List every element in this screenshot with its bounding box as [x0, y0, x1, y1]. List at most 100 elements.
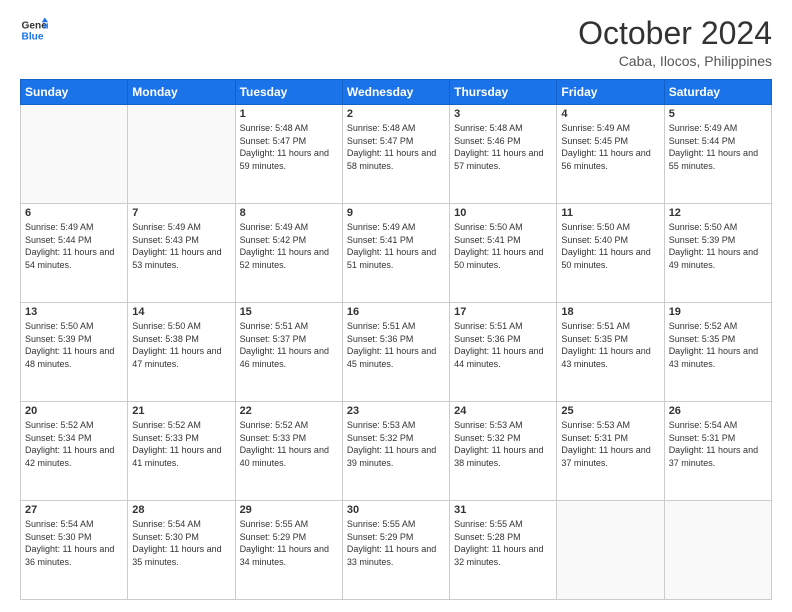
- day-number: 22: [240, 405, 338, 417]
- header-wednesday: Wednesday: [342, 80, 449, 105]
- table-row: 26Sunrise: 5:54 AM Sunset: 5:31 PM Dayli…: [664, 402, 771, 501]
- day-number: 4: [561, 108, 659, 120]
- day-number: 21: [132, 405, 230, 417]
- day-number: 29: [240, 504, 338, 516]
- day-info: Sunrise: 5:51 AM Sunset: 5:37 PM Dayligh…: [240, 320, 338, 370]
- day-number: 18: [561, 306, 659, 318]
- day-info: Sunrise: 5:49 AM Sunset: 5:44 PM Dayligh…: [669, 122, 767, 172]
- table-row: 17 Sunrise: 5:51 AM Sunset: 5:36 PM Dayli…: [450, 303, 557, 402]
- day-number: 9: [347, 207, 445, 219]
- calendar-week-row: 20 Sunrise: 5:52 AM Sunset: 5:34 PM Dayli…: [21, 402, 772, 501]
- day-info: Sunrise: 5:55 AM Sunset: 5:28 PM Dayligh…: [454, 518, 552, 568]
- table-row: 20 Sunrise: 5:52 AM Sunset: 5:34 PM Dayli…: [21, 402, 128, 501]
- table-row: 10 Sunrise: 5:50 AM Sunset: 5:41 PM Dayli…: [450, 204, 557, 303]
- table-row: 28 Sunrise: 5:54 AM Sunset: 5:30 PM Dayli…: [128, 501, 235, 600]
- day-info: Sunrise: 5:55 AM Sunset: 5:29 PM Dayligh…: [240, 518, 338, 568]
- day-info: Sunrise: 5:48 AM Sunset: 5:47 PM Dayligh…: [347, 122, 445, 172]
- day-info: Sunrise: 5:53 AM Sunset: 5:32 PM Dayligh…: [454, 419, 552, 469]
- table-row: 8Sunrise: 5:49 AM Sunset: 5:42 PM Daylig…: [235, 204, 342, 303]
- day-number: 5: [669, 108, 767, 120]
- table-row: 23 Sunrise: 5:53 AM Sunset: 5:32 PM Dayli…: [342, 402, 449, 501]
- logo-icon: General Blue: [20, 16, 48, 44]
- day-number: 7: [132, 207, 230, 219]
- table-row: 30 Sunrise: 5:55 AM Sunset: 5:29 PM Dayli…: [342, 501, 449, 600]
- table-row: 5 Sunrise: 5:49 AM Sunset: 5:44 PM Daylig…: [664, 105, 771, 204]
- calendar-week-row: 6 Sunrise: 5:49 AM Sunset: 5:44 PM Daylig…: [21, 204, 772, 303]
- table-row: 14Sunrise: 5:50 AM Sunset: 5:38 PM Dayli…: [128, 303, 235, 402]
- page: General Blue October 2024 Caba, Ilocos, …: [0, 0, 792, 612]
- day-number: 12: [669, 207, 767, 219]
- header-friday: Friday: [557, 80, 664, 105]
- day-info: Sunrise: 5:50 AM Sunset: 5:39 PM Dayligh…: [669, 221, 767, 271]
- day-number: 1: [240, 108, 338, 120]
- header-monday: Monday: [128, 80, 235, 105]
- header-tuesday: Tuesday: [235, 80, 342, 105]
- day-info: Sunrise: 5:55 AM Sunset: 5:29 PM Dayligh…: [347, 518, 445, 568]
- table-row: 9 Sunrise: 5:49 AM Sunset: 5:41 PM Daylig…: [342, 204, 449, 303]
- header-saturday: Saturday: [664, 80, 771, 105]
- table-row: [128, 105, 235, 204]
- calendar-table: Sunday Monday Tuesday Wednesday Thursday…: [20, 79, 772, 600]
- day-number: 20: [25, 405, 123, 417]
- svg-text:Blue: Blue: [22, 31, 44, 42]
- table-row: 29 Sunrise: 5:55 AM Sunset: 5:29 PM Dayli…: [235, 501, 342, 600]
- table-row: 11 Sunrise: 5:50 AM Sunset: 5:40 PM Dayli…: [557, 204, 664, 303]
- calendar-week-row: 27 Sunrise: 5:54 AM Sunset: 5:30 PM Dayli…: [21, 501, 772, 600]
- table-row: 22Sunrise: 5:52 AM Sunset: 5:33 PM Dayli…: [235, 402, 342, 501]
- day-number: 30: [347, 504, 445, 516]
- table-row: 1Sunrise: 5:48 AM Sunset: 5:47 PM Daylig…: [235, 105, 342, 204]
- header-sunday: Sunday: [21, 80, 128, 105]
- header: General Blue October 2024 Caba, Ilocos, …: [20, 16, 772, 69]
- day-number: 19: [669, 306, 767, 318]
- table-row: 27 Sunrise: 5:54 AM Sunset: 5:30 PM Dayli…: [21, 501, 128, 600]
- table-row: 3 Sunrise: 5:48 AM Sunset: 5:46 PM Daylig…: [450, 105, 557, 204]
- day-number: 31: [454, 504, 552, 516]
- day-info: Sunrise: 5:52 AM Sunset: 5:34 PM Dayligh…: [25, 419, 123, 469]
- day-info: Sunrise: 5:51 AM Sunset: 5:35 PM Dayligh…: [561, 320, 659, 370]
- table-row: 12 Sunrise: 5:50 AM Sunset: 5:39 PM Dayli…: [664, 204, 771, 303]
- table-row: 25 Sunrise: 5:53 AM Sunset: 5:31 PM Dayli…: [557, 402, 664, 501]
- table-row: 21 Sunrise: 5:52 AM Sunset: 5:33 PM Dayli…: [128, 402, 235, 501]
- table-row: [21, 105, 128, 204]
- day-number: 17: [454, 306, 552, 318]
- day-info: Sunrise: 5:50 AM Sunset: 5:41 PM Dayligh…: [454, 221, 552, 271]
- day-number: 14: [132, 306, 230, 318]
- day-info: Sunrise: 5:51 AM Sunset: 5:36 PM Dayligh…: [347, 320, 445, 370]
- day-number: 11: [561, 207, 659, 219]
- table-row: 24 Sunrise: 5:53 AM Sunset: 5:32 PM Dayli…: [450, 402, 557, 501]
- day-number: 24: [454, 405, 552, 417]
- table-row: [557, 501, 664, 600]
- weekday-header-row: Sunday Monday Tuesday Wednesday Thursday…: [21, 80, 772, 105]
- day-number: 10: [454, 207, 552, 219]
- table-row: 31 Sunrise: 5:55 AM Sunset: 5:28 PM Dayli…: [450, 501, 557, 600]
- table-row: 13Sunrise: 5:50 AM Sunset: 5:39 PM Dayli…: [21, 303, 128, 402]
- day-info: Sunrise: 5:49 AM Sunset: 5:41 PM Dayligh…: [347, 221, 445, 271]
- day-info: Sunrise: 5:48 AM Sunset: 5:46 PM Dayligh…: [454, 122, 552, 172]
- table-row: 2 Sunrise: 5:48 AM Sunset: 5:47 PM Daylig…: [342, 105, 449, 204]
- day-number: 25: [561, 405, 659, 417]
- table-row: [664, 501, 771, 600]
- day-info: Sunrise: 5:52 AM Sunset: 5:33 PM Dayligh…: [132, 419, 230, 469]
- calendar-week-row: 1 Sunrise: 5:48 AM Sunset: 5:47 PM Daylig…: [21, 105, 772, 204]
- day-number: 3: [454, 108, 552, 120]
- table-row: 15Sunrise: 5:51 AM Sunset: 5:37 PM Dayli…: [235, 303, 342, 402]
- day-number: 6: [25, 207, 123, 219]
- day-info: Sunrise: 5:49 AM Sunset: 5:44 PM Dayligh…: [25, 221, 123, 271]
- day-number: 2: [347, 108, 445, 120]
- day-number: 23: [347, 405, 445, 417]
- day-info: Sunrise: 5:53 AM Sunset: 5:32 PM Dayligh…: [347, 419, 445, 469]
- day-info: Sunrise: 5:54 AM Sunset: 5:30 PM Dayligh…: [25, 518, 123, 568]
- day-info: Sunrise: 5:51 AM Sunset: 5:36 PM Dayligh…: [454, 320, 552, 370]
- day-info: Sunrise: 5:52 AM Sunset: 5:35 PM Dayligh…: [669, 320, 767, 370]
- day-info: Sunrise: 5:50 AM Sunset: 5:40 PM Dayligh…: [561, 221, 659, 271]
- day-number: 13: [25, 306, 123, 318]
- location-subtitle: Caba, Ilocos, Philippines: [578, 53, 772, 69]
- day-number: 27: [25, 504, 123, 516]
- day-info: Sunrise: 5:49 AM Sunset: 5:43 PM Dayligh…: [132, 221, 230, 271]
- table-row: 19 Sunrise: 5:52 AM Sunset: 5:35 PM Dayli…: [664, 303, 771, 402]
- table-row: 16Sunrise: 5:51 AM Sunset: 5:36 PM Dayli…: [342, 303, 449, 402]
- day-number: 28: [132, 504, 230, 516]
- day-info: Sunrise: 5:54 AM Sunset: 5:30 PM Dayligh…: [132, 518, 230, 568]
- day-number: 8: [240, 207, 338, 219]
- day-info: Sunrise: 5:53 AM Sunset: 5:31 PM Dayligh…: [561, 419, 659, 469]
